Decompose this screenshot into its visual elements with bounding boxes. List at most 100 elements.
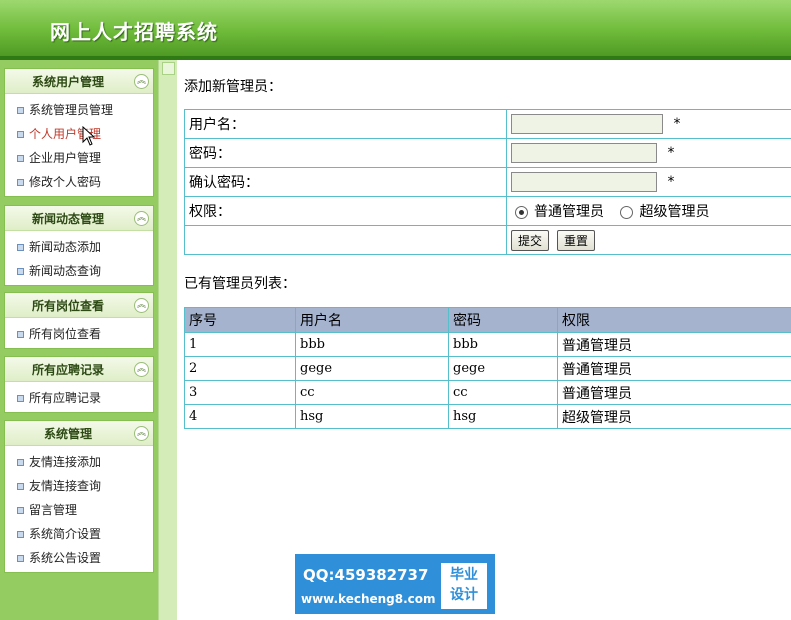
sidebar-item-notice-settings[interactable]: 系统公告设置	[5, 546, 153, 570]
sidebar-group-jobs: 所有岗位查看 ︽ 所有岗位查看	[4, 292, 154, 349]
form-row-actions: 提交 重置	[184, 225, 791, 255]
cell-username: bbb	[295, 332, 449, 357]
collapse-icon[interactable]: ︽	[134, 211, 149, 226]
cell-role: 普通管理员	[557, 380, 791, 405]
app-header: 网上人才招聘系统	[0, 0, 791, 56]
sidebar-item-messages[interactable]: 留言管理	[5, 498, 153, 522]
sidebar-item-change-password[interactable]: 修改个人密码	[5, 170, 153, 194]
sidebar-group-header[interactable]: 所有应聘记录 ︽	[5, 357, 153, 382]
watermark-qq: QQ:459382737	[303, 566, 429, 584]
sidebar-item-company-user-mgmt[interactable]: 企业用户管理	[5, 146, 153, 170]
confirm-cell: *	[506, 167, 791, 197]
empty-cell	[184, 225, 507, 255]
watermark-url: www.kecheng8.com	[301, 592, 436, 606]
sidebar-group-title: 所有岗位查看	[31, 299, 104, 313]
form-row-confirm: 确认密码： *	[184, 167, 791, 197]
column-header-index: 序号	[184, 307, 296, 333]
sidebar-group-header[interactable]: 新闻动态管理 ︽	[5, 206, 153, 231]
cell-password: gege	[448, 356, 558, 381]
sidebar-group-title: 系统用户管理	[31, 75, 104, 89]
sidebar-item-admin-mgmt[interactable]: 系统管理员管理	[5, 98, 153, 122]
cell-role: 普通管理员	[557, 332, 791, 357]
required-mark: *	[673, 116, 681, 132]
sidebar: 系统用户管理 ︽ 系统管理员管理 个人用户管理 企业用户管理 修改个人密码 新闻…	[0, 60, 158, 620]
cell-username: hsg	[295, 404, 449, 429]
collapse-icon[interactable]: ︽	[134, 298, 149, 313]
sidebar-item-intro-settings[interactable]: 系统简介设置	[5, 522, 153, 546]
cell-role: 超级管理员	[557, 404, 791, 429]
actions-cell: 提交 重置	[506, 225, 791, 255]
required-mark: *	[667, 145, 675, 161]
watermark-badge: 毕业 设计	[441, 563, 487, 609]
sidebar-group-header[interactable]: 系统用户管理 ︽	[5, 69, 153, 94]
cell-password: cc	[448, 380, 558, 405]
sidebar-group-header[interactable]: 系统管理 ︽	[5, 421, 153, 446]
reset-button[interactable]: 重置	[557, 229, 596, 251]
cell-index: 1	[184, 332, 296, 357]
bullet-icon	[17, 268, 24, 275]
bullet-icon	[17, 155, 24, 162]
role-cell: 普通管理员 超级管理员	[506, 196, 791, 226]
username-input[interactable]	[511, 114, 663, 134]
watermark-badge-line1: 毕业	[450, 567, 478, 583]
form-row-username: 用户名： *	[184, 109, 791, 139]
watermark-badge-line2: 设计	[450, 587, 478, 603]
app-title: 网上人才招聘系统	[50, 20, 218, 44]
bullet-icon	[17, 244, 24, 251]
sidebar-group-user-mgmt: 系统用户管理 ︽ 系统管理员管理 个人用户管理 企业用户管理 修改个人密码	[4, 68, 154, 197]
sidebar-group-news-mgmt: 新闻动态管理 ︽ 新闻动态添加 新闻动态查询	[4, 205, 154, 286]
table-row: 2 gege gege 普通管理员	[184, 356, 791, 381]
main-content: 添加新管理员： 用户名： * 密码： * 确认密码： * 权限： 普通管理员 超…	[176, 60, 791, 620]
collapse-icon[interactable]: ︽	[134, 362, 149, 377]
sidebar-item-link-add[interactable]: 友情连接添加	[5, 450, 153, 474]
table-row: 4 hsg hsg 超级管理员	[184, 404, 791, 429]
role-option-super: 超级管理员	[639, 204, 710, 220]
role-radio-super[interactable]	[620, 205, 634, 219]
mouse-cursor-icon	[82, 126, 96, 146]
bullet-icon	[17, 107, 24, 114]
cell-username: cc	[295, 380, 449, 405]
add-admin-heading: 添加新管理员：	[184, 79, 282, 95]
sidebar-group-title: 系统管理	[43, 427, 92, 441]
admin-list-table: 序号 用户名 密码 权限 1 bbb bbb 普通管理员 2 gege gege…	[184, 307, 791, 429]
cell-role: 普通管理员	[557, 356, 791, 381]
column-header-password: 密码	[448, 307, 558, 333]
bullet-icon	[17, 555, 24, 562]
sidebar-item-news-add[interactable]: 新闻动态添加	[5, 235, 153, 259]
bullet-icon	[17, 459, 24, 466]
sidebar-group-header[interactable]: 所有岗位查看 ︽	[5, 293, 153, 318]
sidebar-group-title: 新闻动态管理	[31, 212, 104, 226]
bullet-icon	[17, 483, 24, 490]
bullet-icon	[17, 131, 24, 138]
collapse-icon[interactable]: ︽	[134, 74, 149, 89]
sidebar-item-all-jobs[interactable]: 所有岗位查看	[5, 322, 153, 346]
sidebar-item-link-query[interactable]: 友情连接查询	[5, 474, 153, 498]
sidebar-group-system: 系统管理 ︽ 友情连接添加 友情连接查询 留言管理 系统简介设置 系统公告设置	[4, 420, 154, 573]
required-mark: *	[667, 174, 675, 190]
bullet-icon	[17, 531, 24, 538]
table-row: 1 bbb bbb 普通管理员	[184, 332, 791, 357]
cell-index: 4	[184, 404, 296, 429]
sidebar-group-title: 所有应聘记录	[31, 363, 104, 377]
password-label: 密码：	[184, 138, 507, 168]
password-cell: *	[506, 138, 791, 168]
cell-password: hsg	[448, 404, 558, 429]
sidebar-splitter[interactable]	[158, 60, 177, 620]
confirm-password-input[interactable]	[511, 172, 657, 192]
submit-button[interactable]: 提交	[511, 229, 550, 251]
role-radio-normal[interactable]	[515, 205, 528, 219]
table-row: 3 cc cc 普通管理员	[184, 380, 791, 405]
role-option-normal: 普通管理员	[534, 204, 604, 220]
splitter-handle-icon[interactable]	[162, 62, 175, 75]
username-cell: *	[506, 109, 791, 139]
sidebar-item-all-applications[interactable]: 所有应聘记录	[5, 386, 153, 410]
collapse-icon[interactable]: ︽	[134, 426, 149, 441]
table-header-row: 序号 用户名 密码 权限	[184, 307, 791, 333]
watermark-banner: QQ:459382737 www.kecheng8.com 毕业 设计	[295, 554, 495, 614]
sidebar-item-personal-user-mgmt[interactable]: 个人用户管理	[5, 122, 153, 146]
sidebar-item-news-query[interactable]: 新闻动态查询	[5, 259, 153, 283]
cell-index: 3	[184, 380, 296, 405]
confirm-password-label: 确认密码：	[184, 167, 507, 197]
form-row-role: 权限： 普通管理员 超级管理员	[184, 196, 791, 226]
password-input[interactable]	[511, 143, 657, 163]
